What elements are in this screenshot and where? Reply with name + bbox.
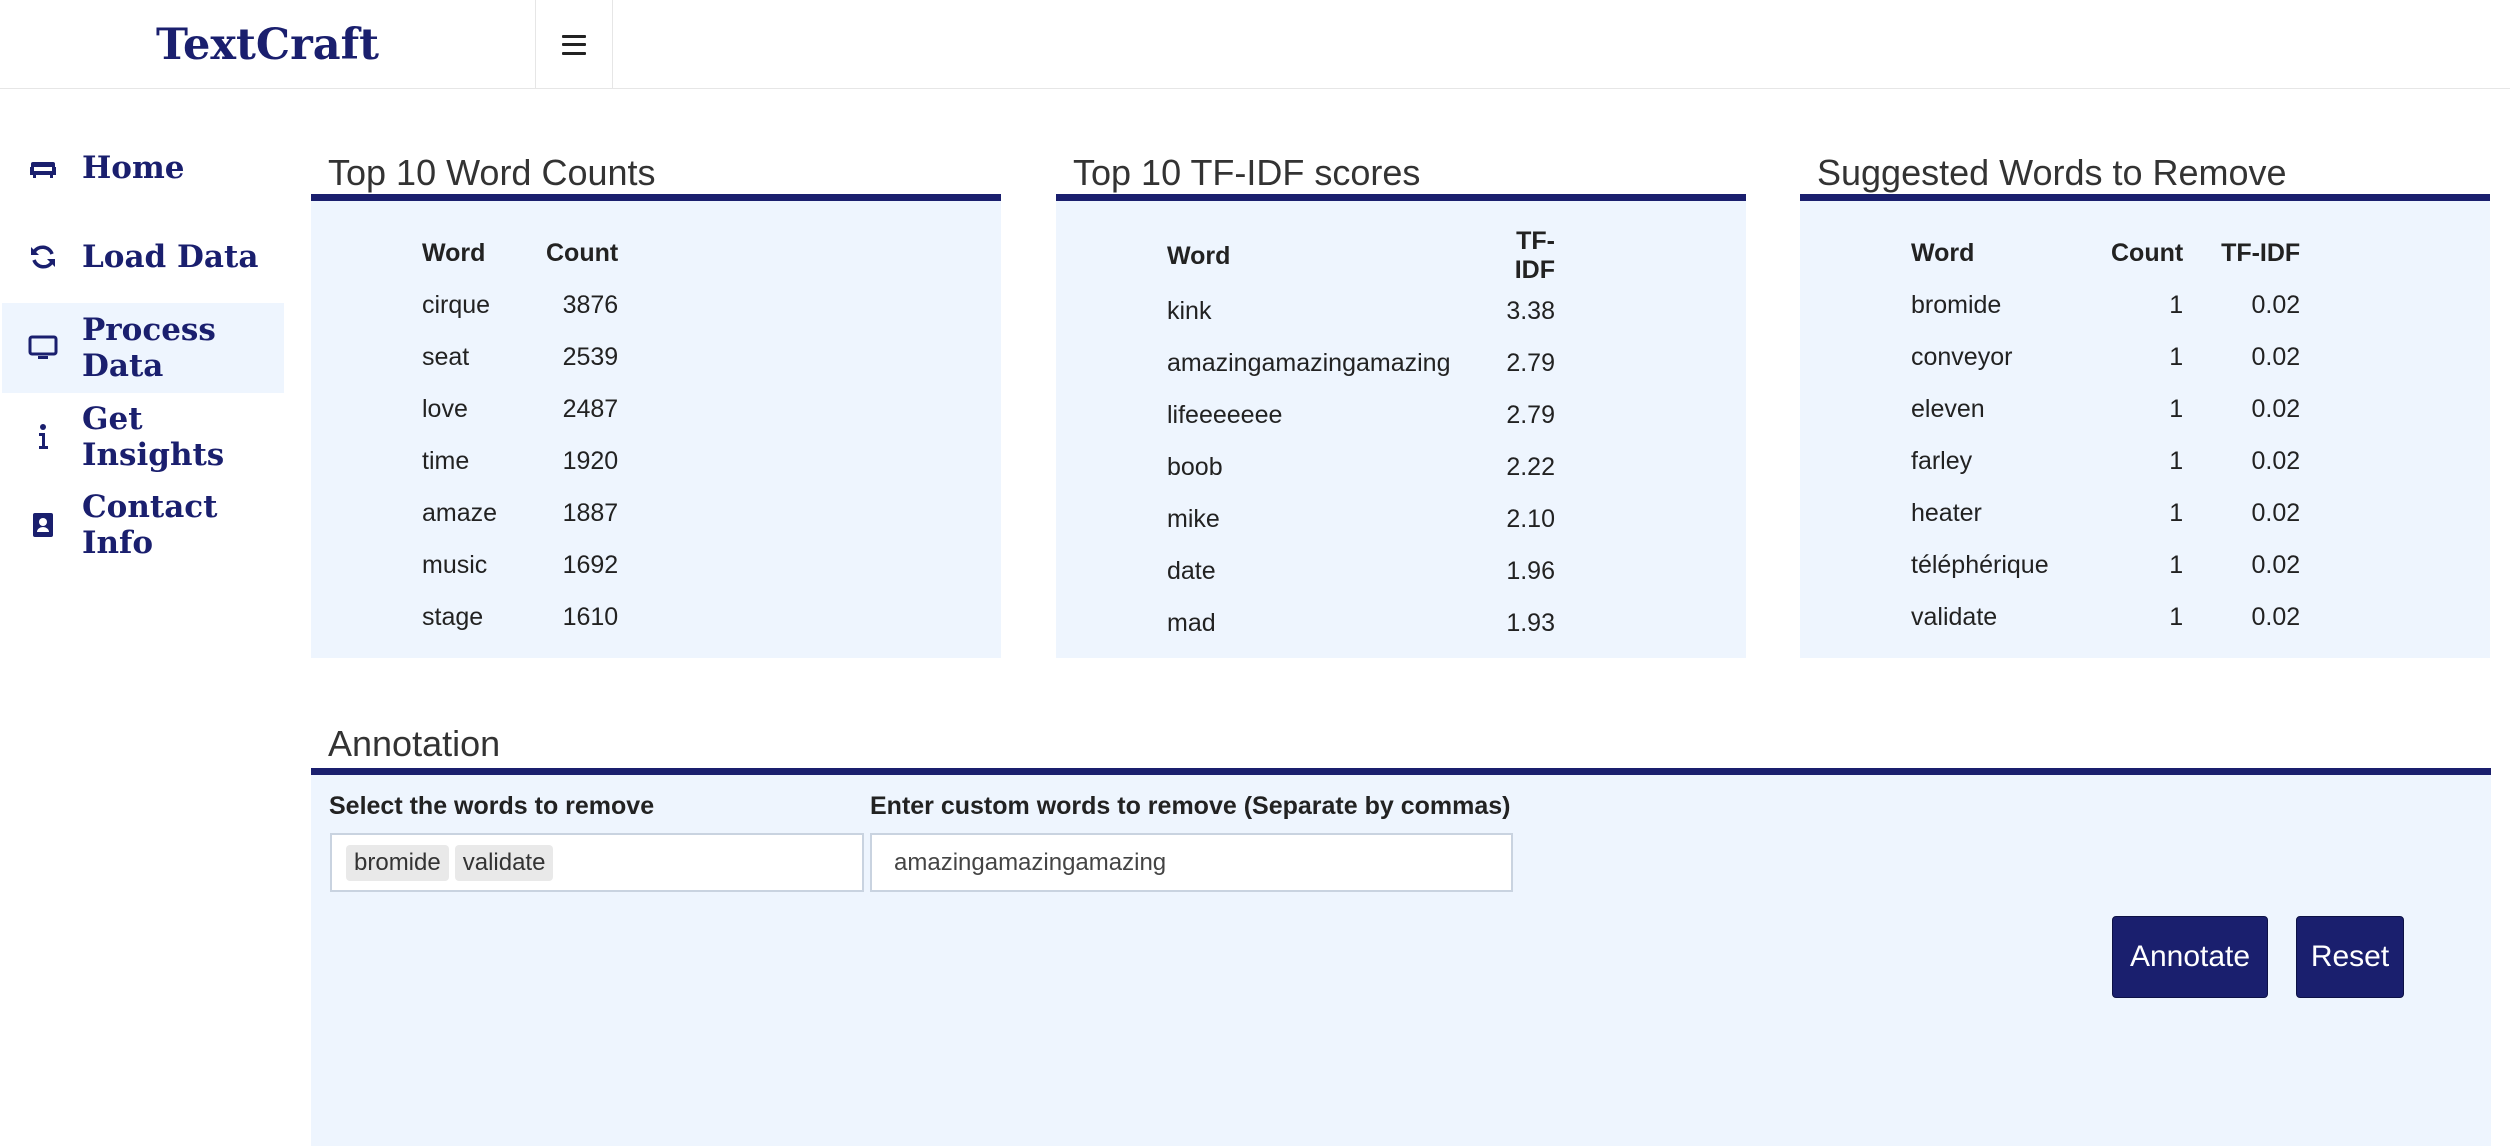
column-header: TF-IDF bbox=[2221, 238, 2301, 267]
suggested-words-card: Suggested Words to Remove Word Count TF-… bbox=[1800, 121, 2490, 658]
column-header: Count bbox=[546, 238, 619, 267]
selected-word-chip[interactable]: bromide bbox=[346, 844, 449, 881]
card-title: Suggested Words to Remove bbox=[1800, 121, 2490, 201]
word-counts-card: Top 10 Word Counts Word Count cirque 3876… bbox=[311, 121, 1001, 658]
table-row: cirque 3876 bbox=[422, 290, 619, 319]
table-row: kink 3.38 bbox=[1167, 296, 1555, 325]
sidebar-item-label: Load Data bbox=[82, 239, 259, 275]
table-row: téléphérique 1 0.02 bbox=[1911, 550, 2301, 579]
column-header: Word bbox=[1167, 241, 1231, 270]
couch-icon bbox=[28, 153, 58, 183]
card-title: Top 10 Word Counts bbox=[311, 121, 1001, 201]
info-icon bbox=[28, 422, 58, 452]
hamburger-icon bbox=[562, 34, 586, 55]
table-row: date 1.96 bbox=[1167, 556, 1555, 585]
table-row: farley 1 0.02 bbox=[1911, 446, 2301, 475]
table-row: bromide 1 0.02 bbox=[1911, 290, 2301, 319]
select-words-label: Select the words to remove bbox=[329, 792, 655, 820]
sidebar-item-home[interactable]: Home bbox=[2, 123, 284, 213]
card-title: Top 10 TF-IDF scores bbox=[1056, 121, 1746, 201]
table-row: validate 1 0.02 bbox=[1911, 602, 2301, 631]
words-multiselect[interactable]: bromide validate bbox=[330, 833, 864, 892]
sidebar-item-load-data[interactable]: Load Data bbox=[2, 212, 284, 302]
top-header: TextCraft bbox=[0, 0, 2510, 89]
column-header: TF-IDF bbox=[1514, 227, 1555, 284]
table-row: seat 2539 bbox=[422, 342, 619, 371]
table-row: mad 1.93 bbox=[1167, 608, 1555, 637]
table-row: music 1692 bbox=[422, 550, 619, 579]
table-row: time 1920 bbox=[422, 446, 619, 475]
column-header: Word bbox=[1911, 238, 1975, 267]
monitor-icon bbox=[28, 333, 58, 363]
table-row: amaze 1887 bbox=[422, 498, 619, 527]
tfidf-card: Top 10 TF-IDF scores Word TF-IDF kink 3.3… bbox=[1056, 121, 1746, 658]
word-counts-table: Word Count cirque 3876 seat 2539 love 2487 … bbox=[422, 227, 618, 643]
menu-toggle-button[interactable] bbox=[535, 0, 613, 89]
custom-words-input[interactable] bbox=[870, 833, 1513, 892]
table-row: amazingamazingamazing 2.79 bbox=[1167, 348, 1555, 377]
annotation-panel: Annotation Select the words to remove En… bbox=[311, 696, 2491, 1146]
address-book-icon bbox=[28, 510, 58, 540]
table-row: heater 1 0.02 bbox=[1911, 498, 2301, 527]
brand-logo[interactable]: TextCraft bbox=[0, 0, 535, 89]
selected-word-chip[interactable]: validate bbox=[454, 844, 554, 881]
table-row: stage 1610 bbox=[422, 602, 619, 631]
table-row: boob 2.22 bbox=[1167, 452, 1555, 481]
reset-button[interactable]: Reset bbox=[2296, 916, 2404, 998]
column-header: Word bbox=[422, 238, 486, 267]
table-row: lifeeeeeee 2.79 bbox=[1167, 400, 1555, 429]
sidebar-item-process-data[interactable]: Process Data bbox=[2, 303, 284, 393]
annotate-button[interactable]: Annotate bbox=[2112, 916, 2268, 998]
tfidf-table: Word TF-IDF kink 3.38 amazingamazingamazi… bbox=[1167, 227, 1555, 649]
refresh-icon bbox=[28, 242, 58, 272]
sidebar-item-label: Process Data bbox=[82, 312, 216, 384]
sidebar-item-label: Contact Info bbox=[82, 489, 218, 561]
sidebar-item-contact-info[interactable]: Contact Info bbox=[2, 480, 284, 570]
table-row: eleven 1 0.02 bbox=[1911, 394, 2301, 423]
column-header: Count bbox=[2111, 238, 2184, 267]
table-row: love 2487 bbox=[422, 394, 619, 423]
table-row: mike 2.10 bbox=[1167, 504, 1555, 533]
sidebar-item-get-insights[interactable]: Get Insights bbox=[2, 392, 284, 482]
table-row: conveyor 1 0.02 bbox=[1911, 342, 2301, 371]
sidebar-item-label: Home bbox=[82, 150, 185, 186]
sidebar-item-label: Get Insights bbox=[82, 401, 225, 473]
annotation-title: Annotation bbox=[311, 696, 2491, 775]
suggested-words-table: Word Count TF-IDF bromide 1 0.02 conveyor 1… bbox=[1911, 227, 2300, 643]
custom-words-label: Enter custom words to remove (Separate b… bbox=[870, 792, 1511, 820]
